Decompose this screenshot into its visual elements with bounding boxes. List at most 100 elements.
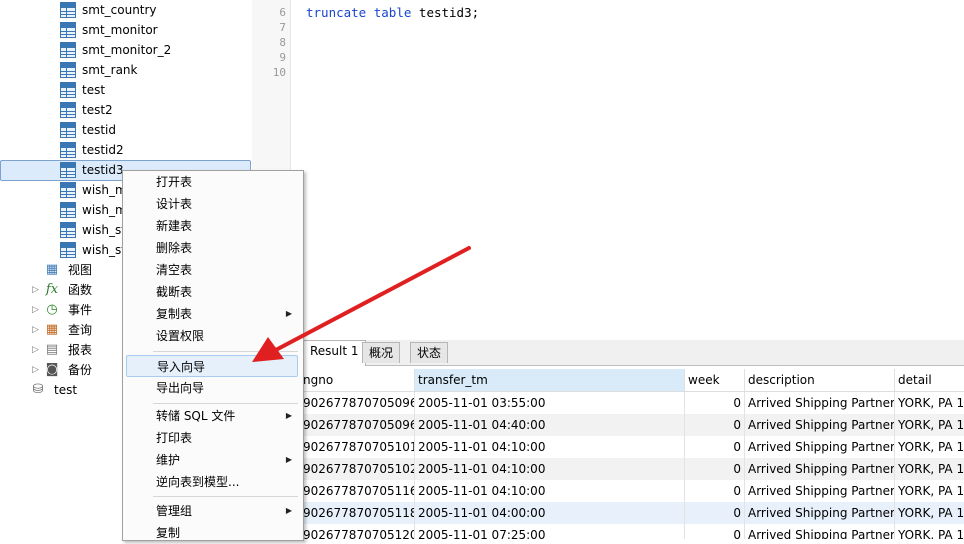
table-cell[interactable]: 2005-11-01 04:10:00 [415,480,685,502]
menu-item-empty-table[interactable]: 清空表 [126,259,298,281]
expand-arrow-icon[interactable]: ▷ [32,300,42,320]
table-cell[interactable]: Arrived Shipping Partner [745,524,895,539]
table-cell[interactable]: Arrived Shipping Partner [745,392,895,414]
table-cell[interactable]: 9026778707051168 [300,480,415,502]
column-header[interactable]: description [745,369,895,391]
tab-result-1[interactable]: Result 1 [303,340,366,366]
menu-item-copy[interactable]: 复制 [126,522,298,544]
table-icon [60,122,76,138]
table-cell[interactable]: 2005-11-01 04:10:00 [415,458,685,480]
result-grid: ngno transfer_tm week description detail… [300,369,964,539]
table-cell[interactable]: YORK, PA 1 [895,502,964,524]
submenu-arrow-icon: ▶ [285,455,292,464]
menu-item-set-permissions[interactable]: 设置权限 [126,325,298,347]
menu-item-open-table[interactable]: 打开表 [126,171,298,193]
table-cell[interactable]: YORK, PA 1 [895,480,964,502]
column-header[interactable]: transfer_tm [415,369,685,391]
table-cell[interactable]: 9026778707051028 [300,458,415,480]
table-cell[interactable]: 0 [685,436,745,458]
sql-editor-line[interactable]: truncate table testid3; [306,5,479,20]
tab-status[interactable]: 状态 [410,342,449,363]
table-icon [60,2,76,18]
table-row[interactable]: 9026778707051013 2005-11-01 04:10:00 0 Arri… [300,436,964,458]
table-cell[interactable]: Arrived Shipping Partner [745,414,895,436]
table-icon [60,142,76,158]
table-icon [60,82,76,98]
submenu-arrow-icon: ▶ [285,411,292,420]
result-tabs: Result 1 概况 状态 [300,340,964,366]
table-cell[interactable]: Arrived Shipping Partner [745,436,895,458]
menu-item-maintain[interactable]: 维护 ▶ [126,449,298,471]
table-cell[interactable]: 9026778707050964 [300,392,415,414]
menu-item-manage-group[interactable]: 管理组 ▶ [126,500,298,522]
table-cell[interactable]: 0 [685,502,745,524]
table-cell[interactable]: YORK, PA 1 [895,392,964,414]
menu-item-import-wizard[interactable]: 导入向导 [126,355,298,377]
context-menu: 打开表 设计表 新建表 删除表 清空表 截断表 复制表 ▶ 设置权限 导入向导 导… [122,170,304,541]
table-icon [60,222,76,238]
column-header[interactable]: ngno [300,369,415,391]
query-icon: ▦ [45,322,59,337]
menu-item-duplicate-table[interactable]: 复制表 ▶ [126,303,298,325]
tab-overview[interactable]: 概况 [362,342,401,363]
table-cell[interactable]: 2005-11-01 03:55:00 [415,392,685,414]
table-cell[interactable]: Arrived Shipping Partner [745,502,895,524]
table-cell[interactable]: 2005-11-01 04:00:00 [415,502,685,524]
submenu-arrow-icon: ▶ [285,506,292,515]
sql-text: testid3; [411,5,480,20]
menu-item-new-table[interactable]: 新建表 [126,215,298,237]
table-cell[interactable]: 0 [685,392,745,414]
table-cell[interactable]: 9026778707051013 [300,436,415,458]
menu-item-design-table[interactable]: 设计表 [126,193,298,215]
menu-item-reverse-to-model[interactable]: 逆向表到模型... [126,471,298,493]
table-row[interactable]: 9026778707051189 2005-11-01 04:00:00 0 Arri… [300,502,964,524]
database-icon: ⛁ [32,382,44,397]
table-row[interactable]: 9026778707051028 2005-11-01 04:10:00 0 Arri… [300,458,964,480]
table-cell[interactable]: Arrived Shipping Partner [745,480,895,502]
table-row[interactable]: 9026778707051206 2005-11-01 07:25:00 0 Arri… [300,524,964,539]
expand-arrow-icon[interactable]: ▷ [32,340,42,360]
table-cell[interactable]: 9026778707051189 [300,502,415,524]
table-row[interactable]: 9026778707050964 2005-11-01 03:55:00 0 Arri… [300,392,964,414]
table-cell[interactable]: YORK, PA 1 [895,414,964,436]
column-header[interactable]: detail [895,369,964,391]
table-row[interactable]: 9026778707050967 2005-11-01 04:40:00 0 Arri… [300,414,964,436]
table-cell[interactable]: YORK, PA 1 [895,524,964,539]
menu-item-print-table[interactable]: 打印表 [126,427,298,449]
menu-item-dump-sql[interactable]: 转储 SQL 文件 ▶ [126,405,298,427]
menu-separator [153,351,298,352]
table-icon [60,42,76,58]
expand-arrow-icon[interactable]: ▷ [32,280,42,300]
menu-separator [153,496,298,497]
submenu-arrow-icon: ▶ [285,309,292,318]
event-clock-icon: ◷ [46,302,58,317]
table-cell[interactable]: 2005-11-01 07:25:00 [415,524,685,539]
table-cell[interactable]: 9026778707050967 [300,414,415,436]
table-icon [60,182,76,198]
table-cell[interactable]: 2005-11-01 04:40:00 [415,414,685,436]
expand-arrow-icon[interactable]: ▷ [32,360,42,380]
table-row[interactable]: 9026778707051168 2005-11-01 04:10:00 0 Arri… [300,480,964,502]
table-cell[interactable]: 9026778707051206 [300,524,415,539]
table-cell[interactable]: 0 [685,480,745,502]
table-cell[interactable]: YORK, PA 1 [895,436,964,458]
table-icon [60,162,76,178]
table-cell[interactable]: 0 [685,458,745,480]
table-icon [60,202,76,218]
column-header[interactable]: week [685,369,745,391]
menu-item-delete-table[interactable]: 删除表 [126,237,298,259]
table-icon [60,62,76,78]
sql-keyword: truncate [306,5,367,20]
menu-item-export-wizard[interactable]: 导出向导 [126,377,298,399]
table-cell[interactable]: 2005-11-01 04:10:00 [415,436,685,458]
view-icon: ▦ [45,262,59,277]
table-cell[interactable]: 0 [685,414,745,436]
sql-keyword: table [373,5,412,20]
expand-arrow-icon[interactable]: ▷ [32,320,42,340]
table-cell[interactable]: YORK, PA 1 [895,458,964,480]
table-cell[interactable]: 0 [685,524,745,539]
report-icon: ▤ [45,342,59,357]
menu-separator [153,403,298,404]
table-cell[interactable]: Arrived Shipping Partner [745,458,895,480]
menu-item-truncate-table[interactable]: 截断表 [126,281,298,303]
